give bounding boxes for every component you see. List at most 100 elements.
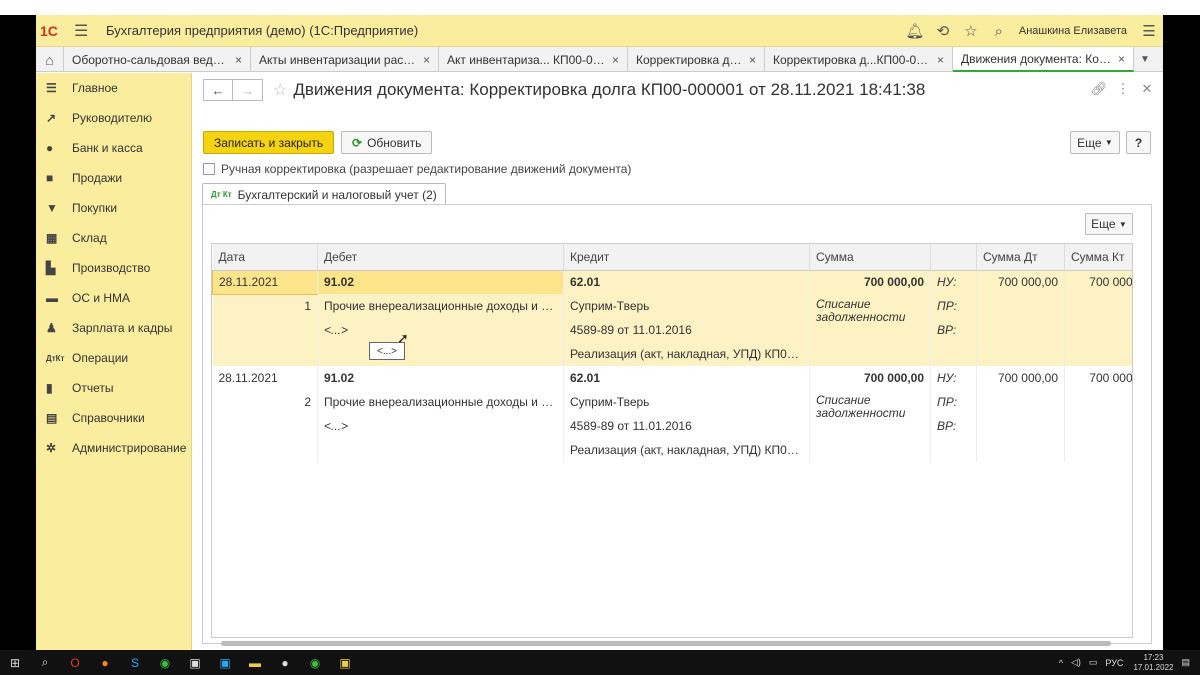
cell-description[interactable]: Списание задолженности (809, 390, 931, 438)
grid-more-button[interactable]: Еще ▼ (1085, 213, 1133, 235)
cell-credit[interactable]: 62.01 (563, 270, 810, 294)
help-button[interactable]: ? (1126, 131, 1151, 154)
cell-sum[interactable]: 700 000,00 (809, 366, 931, 390)
save-and-close-button[interactable]: Записать и закрыть (203, 131, 335, 154)
tab-document-movements[interactable]: Движения документа: Корре... × (953, 47, 1134, 72)
skype-icon[interactable]: S (120, 656, 150, 670)
cell-debit-sub[interactable]: Прочие внереализационные доходы и рас... (317, 294, 564, 318)
table-row[interactable]: <...> 4589-89 от 11.01.2016 ВР: (212, 318, 1132, 342)
back-arrow-icon[interactable]: ← (203, 79, 233, 101)
column-header-debit[interactable]: Дебет (317, 244, 564, 271)
column-header-credit[interactable]: Кредит (563, 244, 810, 271)
tab-debt-adjustment-doc[interactable]: Корректировка д...КП00-000001 × (765, 47, 953, 72)
scrollbar-thumb[interactable] (221, 641, 1111, 646)
sidebar-item-admin[interactable]: ✲ Администрирование (36, 433, 191, 463)
cell-credit-sub3[interactable]: Реализация (акт, накладная, УПД) КП00-00… (563, 438, 810, 462)
sidebar-item-manager[interactable]: ↗ Руководителю (36, 103, 191, 133)
user-name[interactable]: Анашкина Елизавета (1019, 25, 1127, 37)
history-icon[interactable]: ⟲ (929, 22, 957, 40)
hamburger-menu-icon[interactable]: ☰ (74, 21, 94, 41)
firefox-icon[interactable]: ● (90, 656, 120, 670)
1c-icon[interactable]: ▣ (330, 656, 360, 670)
table-row[interactable]: Реализация (акт, накладная, УПД) КП00-00… (212, 438, 1132, 462)
close-icon[interactable]: × (612, 53, 619, 67)
column-header-sum-dt[interactable]: Сумма Дт (976, 244, 1065, 271)
notification-icon[interactable]: ▤ (1181, 657, 1190, 668)
sidebar-item-sales[interactable]: ■ Продажи (36, 163, 191, 193)
tab-inventory-acts[interactable]: Акты инвентаризации расчет... × (251, 47, 439, 72)
column-header-blank[interactable] (930, 244, 977, 271)
refresh-button[interactable]: ⟳ Обновить (341, 131, 433, 154)
language-indicator[interactable]: РУС (1105, 658, 1123, 668)
cell-sum-kt[interactable]: 700 000, (1064, 270, 1132, 294)
horizontal-scrollbar[interactable] (211, 638, 1133, 648)
chrome-icon[interactable]: ◉ (150, 656, 180, 670)
app-icon[interactable]: ● (270, 656, 300, 670)
favorite-star-icon[interactable]: ☆ (273, 80, 287, 100)
outlook-icon[interactable]: ▣ (210, 656, 240, 670)
tab-debt-adjustment[interactable]: Корректировка долга × (628, 47, 765, 72)
cell-debit-sub2[interactable]: <...> (317, 414, 564, 438)
tab-osv[interactable]: Оборотно-сальдовая ведомо... × (64, 47, 251, 72)
cell-credit-sub1[interactable]: Суприм-Тверь (563, 294, 810, 318)
cell-debit-sub[interactable]: Прочие внереализационные доходы и рас... (317, 390, 564, 414)
search-icon[interactable]: ⌕ (30, 655, 60, 670)
column-header-sum-kt[interactable]: Сумма Кт (1064, 244, 1132, 271)
column-header-sum[interactable]: Сумма (809, 244, 931, 271)
forward-arrow-icon[interactable]: → (233, 79, 263, 101)
settings-menu-icon[interactable]: ☰ (1135, 22, 1163, 40)
link-icon[interactable]: 🔗︎ (1087, 81, 1111, 97)
table-row[interactable]: 1 Прочие внереализационные доходы и рас.… (212, 294, 1132, 342)
cell-sum-dt[interactable]: 700 000,00 (976, 270, 1065, 294)
table-row[interactable]: 28.11.2021 91.02 62.01 700 000,00 НУ: 70… (212, 366, 1132, 390)
cell-credit-sub2[interactable]: 4589-89 от 11.01.2016 (563, 318, 810, 342)
cell-sum-kt[interactable]: 700 000, (1064, 366, 1132, 390)
cell-description[interactable]: Списание задолженности (809, 294, 931, 342)
opera-icon[interactable]: O (60, 656, 90, 670)
manual-adjust-checkbox[interactable] (203, 163, 215, 175)
table-row[interactable]: 28.11.2021 91.02 62.01 700 000,00 НУ: 70… (212, 269, 1132, 295)
sidebar-item-production[interactable]: ▙ Производство (36, 253, 191, 283)
table-row[interactable]: <...> 4589-89 от 11.01.2016 ВР: (212, 414, 1132, 438)
search-icon[interactable]: ⌕ (985, 23, 1013, 40)
chrome-icon[interactable]: ◉ (300, 656, 330, 670)
sidebar-item-salary[interactable]: ♟ Зарплата и кадры (36, 313, 191, 343)
app-icon[interactable]: ▣ (180, 656, 210, 670)
more-vertical-icon[interactable]: ⋮ (1111, 81, 1135, 97)
close-icon[interactable]: × (937, 53, 944, 67)
close-icon[interactable]: × (235, 53, 242, 67)
close-icon[interactable]: × (423, 53, 430, 67)
cell-debit[interactable]: 91.02 (317, 270, 564, 294)
cell-credit-sub2[interactable]: 4589-89 от 11.01.2016 (563, 414, 810, 438)
close-icon[interactable]: ✕ (1135, 81, 1159, 97)
home-icon[interactable]: ⌂ (36, 47, 64, 72)
sidebar-item-operations[interactable]: ДтКт Операции (36, 343, 191, 373)
cell-debit[interactable]: 91.02 (317, 366, 564, 390)
cell-sum-dt[interactable]: 700 000,00 (976, 366, 1065, 390)
volume-icon[interactable]: ◁) (1071, 657, 1081, 668)
cell-credit-sub1[interactable]: Суприм-Тверь (563, 390, 810, 414)
sidebar-item-warehouse[interactable]: ▦ Склад (36, 223, 191, 253)
tab-accounting[interactable]: Дт Кт Бухгалтерский и налоговый учет (2) (202, 183, 446, 205)
windows-start-icon[interactable]: ⊞ (0, 656, 30, 670)
close-icon[interactable]: × (749, 53, 756, 67)
chevron-up-icon[interactable]: ^ (1059, 658, 1063, 668)
table-row[interactable]: Реализация (акт, накладная, УПД) КП00-00… (212, 342, 1132, 366)
bell-icon[interactable]: 🔔︎ (901, 22, 929, 40)
network-icon[interactable]: ▭ (1089, 657, 1098, 668)
sidebar-item-assets[interactable]: ▬ ОС и НМА (36, 283, 191, 313)
sidebar-item-references[interactable]: ▤ Справочники (36, 403, 191, 433)
cell-date[interactable]: 28.11.2021 (212, 366, 318, 390)
sidebar-item-main[interactable]: ☰ Главное (36, 73, 191, 103)
star-icon[interactable]: ☆ (957, 22, 985, 40)
cell-debit-sub2[interactable]: <...> (317, 318, 564, 342)
table-row[interactable]: 2 Прочие внереализационные доходы и рас.… (212, 390, 1132, 438)
cell-credit[interactable]: 62.01 (563, 366, 810, 390)
explorer-icon[interactable]: ▬ (240, 656, 270, 670)
column-header-date[interactable]: Дата (212, 244, 318, 271)
clock[interactable]: 17:23 17.01.2022 (1133, 653, 1173, 673)
sidebar-item-purchases[interactable]: ▼ Покупки (36, 193, 191, 223)
tab-inventory-act[interactable]: Акт инвентариза... КП00-000001 × (439, 47, 628, 72)
cell-sum[interactable]: 700 000,00 (809, 270, 931, 294)
sidebar-item-reports[interactable]: ▮ Отчеты (36, 373, 191, 403)
